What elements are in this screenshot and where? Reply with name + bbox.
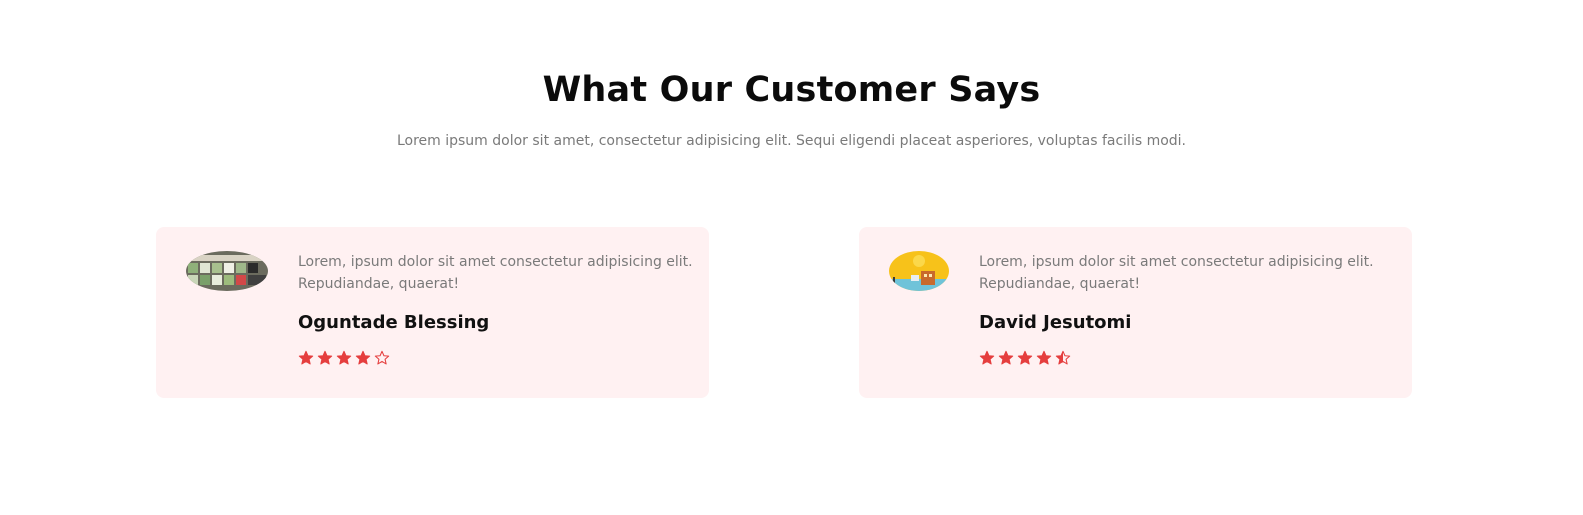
customer-name: Oguntade Blessing: [298, 312, 490, 333]
section-title: What Our Customer Says: [542, 70, 1041, 110]
section-subtitle: Lorem ipsum dolor sit amet, consectetur …: [396, 133, 1187, 149]
star-full-icon: [998, 350, 1014, 365]
star-full-icon: [298, 350, 314, 365]
star-full-icon: [979, 350, 995, 365]
customer-name: David Jesutomi: [979, 312, 1132, 333]
testimonial-quote: Lorem, ipsum dolor sit amet consectetur …: [979, 254, 1374, 292]
star-full-icon: [355, 350, 371, 365]
star-rating: [979, 350, 1071, 366]
star-full-icon: [336, 350, 352, 365]
star-half-icon: [1055, 350, 1071, 365]
star-full-icon: [1017, 350, 1033, 365]
customer-avatar: [889, 251, 949, 291]
star-empty-icon: [374, 350, 390, 365]
testimonial-card: Lorem, ipsum dolor sit amet consectetur …: [859, 227, 1412, 398]
testimonial-card: Lorem, ipsum dolor sit amet consectetur …: [156, 227, 709, 398]
star-rating: [298, 350, 390, 366]
testimonial-quote: Lorem, ipsum dolor sit amet consectetur …: [298, 254, 693, 292]
star-full-icon: [1036, 350, 1052, 365]
star-full-icon: [317, 350, 333, 365]
customer-avatar: [186, 251, 268, 291]
